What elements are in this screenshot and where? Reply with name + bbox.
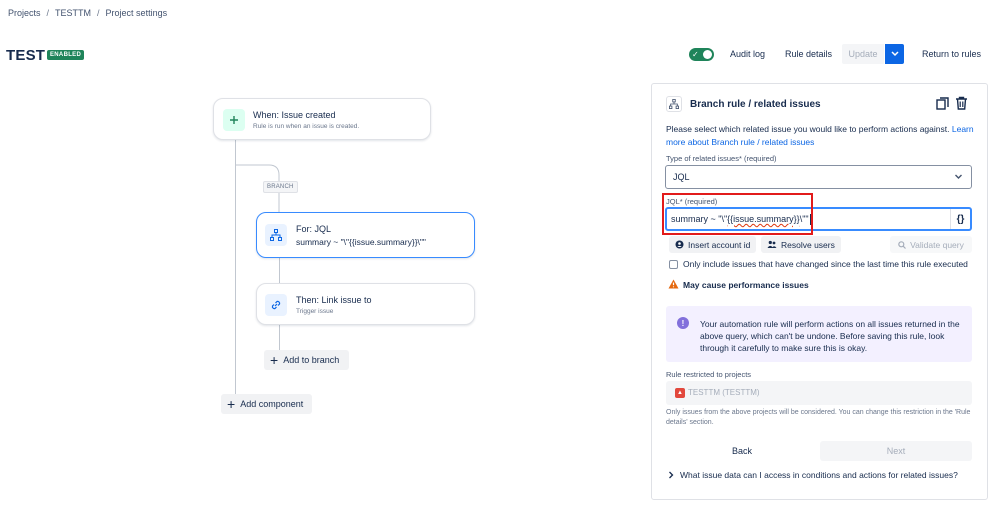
- branch-line: [279, 257, 280, 285]
- description-text: Please select which related issue you wo…: [666, 124, 950, 134]
- toggle-knob: [703, 50, 712, 59]
- breadcrumb-testtm[interactable]: TESTTM: [55, 8, 91, 18]
- next-button[interactable]: Next: [820, 441, 972, 461]
- breadcrumb-separator: /: [46, 8, 50, 18]
- back-button[interactable]: Back: [666, 441, 818, 461]
- warning-icon: [668, 279, 679, 289]
- validate-query-button[interactable]: Validate query: [890, 236, 972, 253]
- user-icon: [675, 240, 684, 249]
- search-icon: [898, 240, 907, 249]
- type-label-text: Type of related issues: [666, 154, 739, 163]
- info-text: Your automation rule will perform action…: [700, 319, 960, 353]
- rule-details-button[interactable]: Rule details: [785, 49, 832, 59]
- chevron-down-icon: [955, 174, 962, 179]
- info-icon: !: [677, 317, 689, 329]
- plus-icon: [223, 109, 245, 131]
- faq-label: What issue data can I access in conditio…: [680, 470, 958, 480]
- only-changed-label: Only include issues that have changed si…: [683, 259, 968, 269]
- branch-line-bottom: [279, 325, 280, 353]
- trigger-title: When: Issue created: [253, 110, 336, 120]
- action-subtitle: Trigger issue: [296, 308, 334, 315]
- trash-icon[interactable]: [955, 96, 968, 110]
- action-title: Then: Link issue to: [296, 295, 372, 305]
- branch-icon: [265, 224, 287, 246]
- breadcrumb-project-settings[interactable]: Project settings: [106, 8, 168, 18]
- insert-account-id-button[interactable]: Insert account id: [669, 236, 757, 253]
- link-icon: [265, 294, 287, 316]
- required-indicator: * (required): [738, 154, 777, 163]
- warning-text: May cause performance issues: [683, 280, 809, 290]
- add-to-branch-label: Add to branch: [283, 355, 340, 365]
- update-options-button[interactable]: [885, 44, 904, 64]
- restricted-label: Rule restricted to projects: [666, 370, 752, 379]
- branch-icon: [666, 96, 682, 112]
- resolve-users-button[interactable]: Resolve users: [761, 236, 841, 253]
- chevron-right-icon: [669, 471, 674, 479]
- branch-tag: BRANCH: [263, 181, 298, 193]
- only-changed-checkbox[interactable]: [669, 260, 678, 269]
- breadcrumb: Projects / TESTTM / Project settings: [8, 8, 167, 18]
- faq-expander[interactable]: What issue data can I access in conditio…: [668, 470, 958, 480]
- chevron-down-icon: [890, 51, 899, 57]
- panel-title: Branch rule / related issues: [690, 99, 821, 110]
- breadcrumb-projects[interactable]: Projects: [8, 8, 41, 18]
- type-select[interactable]: JQL: [665, 165, 972, 189]
- validate-query-label: Validate query: [910, 239, 964, 250]
- add-component-label: Add component: [240, 399, 304, 409]
- trigger-node[interactable]: When: Issue created Rule is run when an …: [213, 98, 431, 140]
- copy-icon[interactable]: [936, 97, 949, 110]
- people-icon: [767, 240, 777, 248]
- panel-description: Please select which related issue you wo…: [666, 123, 976, 148]
- audit-log-button[interactable]: Audit log: [730, 49, 765, 59]
- add-component-button[interactable]: + Add component: [221, 394, 312, 414]
- highlight-box: [662, 193, 813, 235]
- check-icon: ✓: [692, 50, 699, 59]
- resolve-users-label: Resolve users: [781, 239, 835, 250]
- insert-account-id-label: Insert account id: [688, 239, 751, 250]
- return-to-rules-button[interactable]: Return to rules: [922, 49, 981, 59]
- type-field-label: Type of related issues* (required): [666, 154, 776, 163]
- trigger-subtitle: Rule is run when an issue is created.: [253, 123, 360, 130]
- action-node[interactable]: Then: Link issue to Trigger issue: [256, 283, 475, 325]
- project-avatar-icon: ▲: [675, 388, 685, 398]
- smart-values-button[interactable]: {}: [950, 209, 970, 229]
- plus-icon: +: [227, 396, 236, 412]
- restricted-project-value: TESTTM (TESTTM): [688, 388, 760, 397]
- breadcrumb-separator: /: [97, 8, 100, 18]
- type-select-value: JQL: [673, 172, 690, 182]
- branch-node[interactable]: For: JQL summary ~ "\"{{issue.summary}}\…: [256, 212, 475, 258]
- branch-subtitle: summary ~ "\"{{issue.summary}}\"": [296, 237, 426, 247]
- rule-enabled-toggle[interactable]: ✓: [689, 48, 714, 61]
- restriction-help-text: Only issues from the above projects will…: [666, 409, 971, 426]
- branch-title: For: JQL: [296, 224, 332, 234]
- add-to-branch-button[interactable]: + Add to branch: [264, 350, 349, 370]
- status-badge: ENABLED: [47, 50, 85, 60]
- plus-icon: +: [270, 352, 279, 368]
- rule-title: TEST: [6, 47, 46, 64]
- update-button[interactable]: Update: [842, 44, 884, 64]
